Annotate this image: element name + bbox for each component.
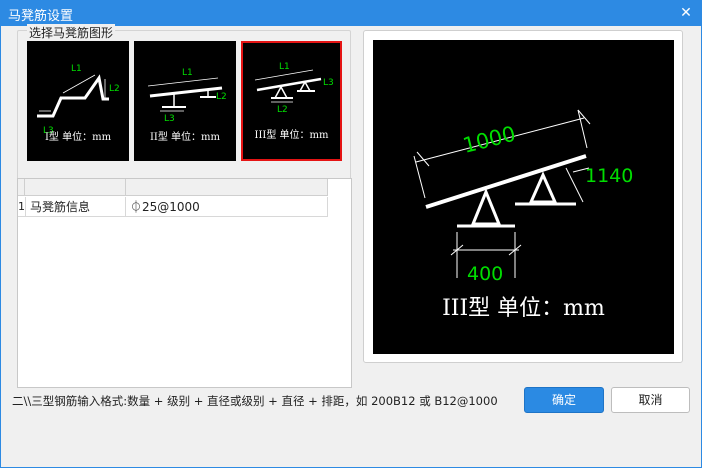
type-2-dim-l1: L1 [182, 68, 193, 78]
type-2-label: II型 单位：mm [149, 132, 221, 143]
row-number: 1 [18, 200, 25, 213]
type-3-dim-l2: L2 [277, 105, 288, 115]
type-3-dim-l1: L1 [279, 62, 290, 72]
close-icon[interactable]: ✕ [678, 5, 694, 21]
table-row[interactable]: 1 马凳筋信息 ⏀25@1000 [18, 197, 328, 217]
type-1-dim-l2: L2 [109, 84, 120, 94]
type-2-diagram: L1 L2 L3 [147, 68, 227, 124]
type-2-dim-l3: L3 [164, 114, 175, 124]
type-1-diagram: L1 L2 L3 [37, 64, 120, 136]
shape-option-type-1[interactable]: L1 L2 L3 I型 单位：mm [27, 41, 129, 161]
table-header [18, 179, 328, 196]
preview-dim-right: 1140 [585, 165, 633, 187]
window-title: 马凳筋设置 [8, 9, 74, 24]
input-format-hint: 二\\三型钢筋输入格式:数量 + 级别 + 直径或级别 + 直径 + 排距，如 … [12, 394, 498, 408]
title-bar: 马凳筋设置 ✕ [0, 0, 702, 26]
cancel-button[interactable]: 取消 [611, 387, 690, 413]
property-table: 1 马凳筋信息 ⏀25@1000 [17, 178, 352, 388]
shape-option-type-2[interactable]: L1 L2 L3 II型 单位：mm [134, 41, 236, 161]
preview-dim-bottom: 400 [467, 263, 503, 285]
type-1-label: I型 单位：mm [44, 132, 112, 143]
group-legend: 选择马凳筋图形 [27, 24, 116, 41]
header-rownum-cell [18, 179, 25, 196]
preview-dim-top: 1000 [460, 122, 518, 158]
row-value-cell[interactable]: ⏀25@1000 [126, 197, 328, 217]
type-3-diagram: L1 L2 L3 [254, 62, 334, 115]
header-name-cell [25, 179, 126, 196]
type-3-label: III型 单位：mm [254, 130, 329, 141]
preview-canvas: 1000 1140 400 III型 单位：mm [373, 40, 674, 354]
ok-button[interactable]: 确定 [524, 387, 604, 413]
shape-option-type-3[interactable]: L1 L2 L3 III型 单位：mm [241, 41, 342, 161]
type-1-dim-l1: L1 [71, 64, 82, 74]
header-value-cell [126, 179, 328, 196]
row-name-cell: 马凳筋信息 [25, 197, 126, 217]
type-2-dim-l2: L2 [216, 92, 227, 102]
type-3-dim-l3: L3 [323, 78, 334, 88]
preview-label: III型 单位：mm [442, 296, 605, 321]
